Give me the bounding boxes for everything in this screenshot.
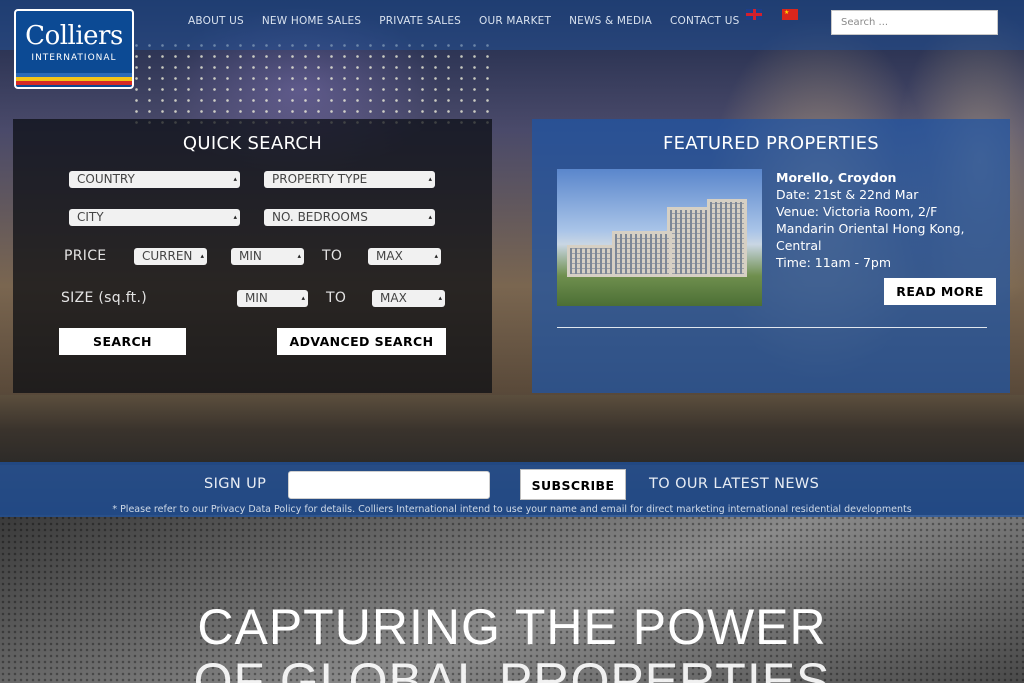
price-label: PRICE: [64, 248, 107, 264]
price-max-select-value: MAX: [376, 249, 403, 263]
property-type-select-value: PROPERTY TYPE: [272, 172, 368, 186]
flag-uk-icon[interactable]: [746, 9, 762, 20]
featured-properties-title: FEATURED PROPERTIES: [662, 133, 880, 154]
property-date: Date: 21st & 22nd Mar: [776, 187, 919, 202]
select-arrows-icon: ▴▾: [428, 175, 432, 183]
size-label: SIZE (sq.ft.): [61, 290, 147, 306]
colliers-logo[interactable]: Colliers INTERNATIONAL: [14, 9, 134, 89]
currency-select[interactable]: CURREN ▴▾: [134, 248, 207, 265]
subscribe-button[interactable]: SUBSCRIBE: [520, 469, 626, 500]
quick-search-title: QUICK SEARCH: [182, 133, 323, 154]
size-max-select[interactable]: MAX ▴▾: [372, 290, 445, 307]
featured-divider: [557, 327, 987, 328]
select-arrows-icon: ▴▾: [297, 252, 301, 260]
nav-news-media[interactable]: NEWS & MEDIA: [569, 15, 652, 27]
city-select[interactable]: CITY ▴▾: [69, 209, 240, 226]
property-image[interactable]: [557, 169, 762, 306]
select-arrows-icon: ▴▾: [438, 294, 442, 302]
nav-our-market[interactable]: OUR MARKET: [479, 15, 551, 27]
hero-headline-line-2: OF GLOBAL PROPERTIES: [193, 653, 831, 683]
property-time: Time: 11am - 7pm: [776, 255, 892, 270]
flag-cn-icon[interactable]: ★: [782, 9, 798, 20]
country-select[interactable]: COUNTRY ▴▾: [69, 171, 240, 188]
search-button[interactable]: SEARCH: [59, 328, 186, 355]
logo-subtitle: INTERNATIONAL: [31, 53, 117, 63]
price-max-select[interactable]: MAX ▴▾: [368, 248, 441, 265]
background-lights: [130, 40, 490, 130]
select-arrows-icon: ▴▾: [434, 252, 438, 260]
nav-about-us[interactable]: ABOUT US: [188, 15, 244, 27]
select-arrows-icon: ▴▾: [200, 252, 204, 260]
select-arrows-icon: ▴▾: [301, 294, 305, 302]
featured-properties-panel: FEATURED PROPERTIES Morello, Croydon Dat…: [532, 119, 1010, 393]
signup-label: SIGN UP: [204, 476, 267, 492]
property-type-select[interactable]: PROPERTY TYPE ▴▾: [264, 171, 435, 188]
background-street: [0, 395, 1024, 465]
read-more-button[interactable]: READ MORE: [884, 278, 996, 305]
select-arrows-icon: ▴▾: [428, 213, 432, 221]
logo-wordmark: Colliers: [25, 21, 123, 51]
size-min-select[interactable]: MIN ▴▾: [237, 290, 308, 307]
property-name[interactable]: Morello, Croydon: [776, 169, 996, 186]
price-min-select[interactable]: MIN ▴▾: [231, 248, 304, 265]
size-to-label: TO: [326, 290, 347, 306]
size-min-select-value: MIN: [245, 291, 268, 305]
logo-stripes: [16, 73, 132, 87]
nav-contact-us[interactable]: CONTACT US: [670, 15, 739, 27]
signup-email-input[interactable]: [288, 471, 490, 499]
quick-search-panel: QUICK SEARCH COUNTRY ▴▾ PROPERTY TYPE ▴▾…: [13, 119, 492, 393]
select-arrows-icon: ▴▾: [233, 175, 237, 183]
advanced-search-button[interactable]: ADVANCED SEARCH: [277, 328, 446, 355]
nav-private-sales[interactable]: PRIVATE SALES: [379, 15, 461, 27]
search-input[interactable]: [831, 10, 998, 35]
header-bar: ABOUT US NEW HOME SALES PRIVATE SALES OU…: [0, 0, 1024, 50]
hero-headline-line-1: CAPTURING THE POWER: [197, 599, 827, 655]
select-arrows-icon: ▴▾: [233, 213, 237, 221]
city-select-value: CITY: [77, 210, 104, 224]
price-to-label: TO: [322, 248, 343, 264]
signup-bar: SIGN UP SUBSCRIBE TO OUR LATEST NEWS * P…: [0, 462, 1024, 517]
main-nav: ABOUT US NEW HOME SALES PRIVATE SALES OU…: [188, 15, 757, 27]
bedrooms-select-value: NO. BEDROOMS: [272, 210, 368, 224]
size-max-select-value: MAX: [380, 291, 407, 305]
property-details: Morello, Croydon Date: 21st & 22nd Mar V…: [776, 169, 996, 271]
bedrooms-select[interactable]: NO. BEDROOMS ▴▾: [264, 209, 435, 226]
signup-suffix: TO OUR LATEST NEWS: [649, 476, 820, 492]
property-venue: Venue: Victoria Room, 2/F Mandarin Orien…: [776, 204, 965, 253]
currency-select-value: CURREN: [142, 249, 193, 263]
nav-new-home-sales[interactable]: NEW HOME SALES: [262, 15, 361, 27]
country-select-value: COUNTRY: [77, 172, 135, 186]
price-min-select-value: MIN: [239, 249, 262, 263]
privacy-notice: * Please refer to our Privacy Data Polic…: [112, 504, 912, 515]
